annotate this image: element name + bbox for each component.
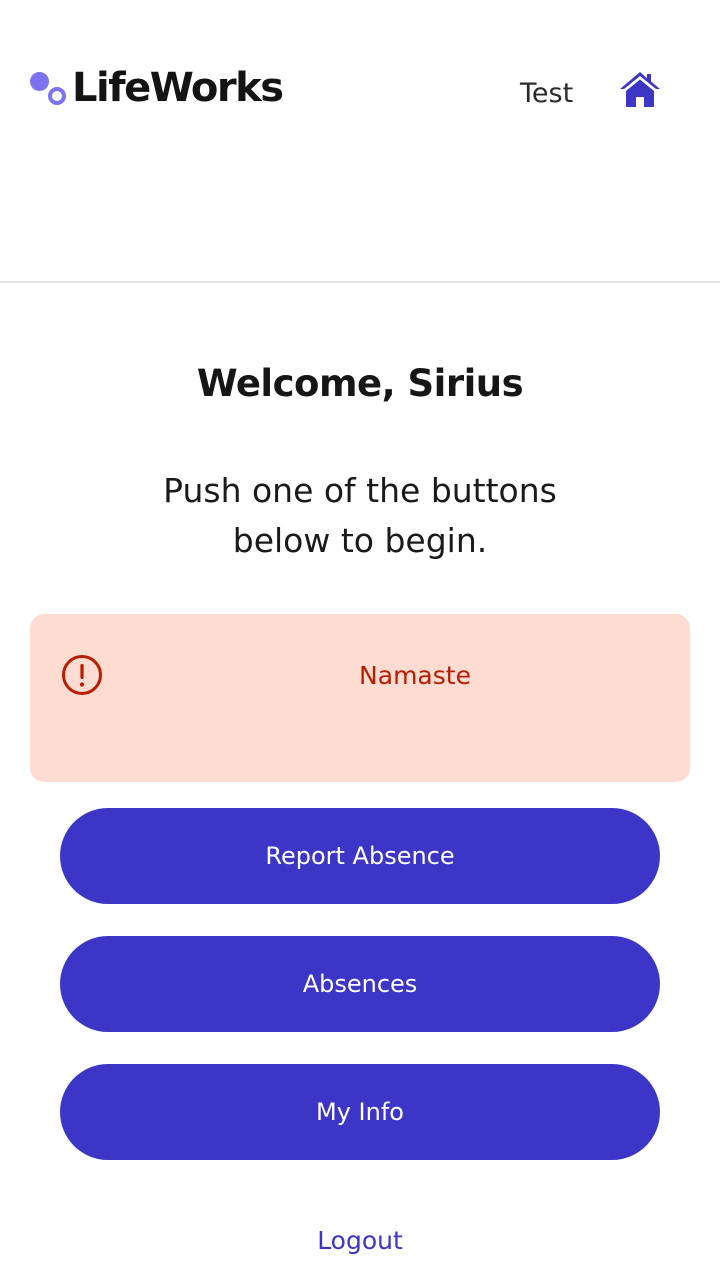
exclamation-circle-icon: [61, 654, 103, 696]
instructions-text: Push one of the buttons below to begin.: [163, 471, 557, 560]
alert-message: Namaste: [359, 661, 471, 690]
home-button[interactable]: [618, 70, 662, 110]
lifeworks-logo: LifeWorks: [30, 64, 284, 112]
logout-link[interactable]: Logout: [0, 1226, 720, 1255]
report-absence-button[interactable]: Report Absence: [60, 808, 660, 904]
logo-mark-icon: [30, 68, 70, 108]
app-page: LifeWorks Test Welcome, Sirius Push one …: [0, 0, 720, 1280]
user-name: Test: [520, 78, 574, 109]
logo-text: LifeWorks: [72, 65, 284, 111]
alert-banner: Namaste: [30, 614, 690, 782]
home-icon: [620, 72, 660, 107]
welcome-heading: Welcome, Sirius: [196, 362, 524, 405]
app-header: LifeWorks Test: [0, 0, 720, 283]
my-info-button[interactable]: My Info: [60, 1064, 660, 1160]
absences-button[interactable]: Absences: [60, 936, 660, 1032]
